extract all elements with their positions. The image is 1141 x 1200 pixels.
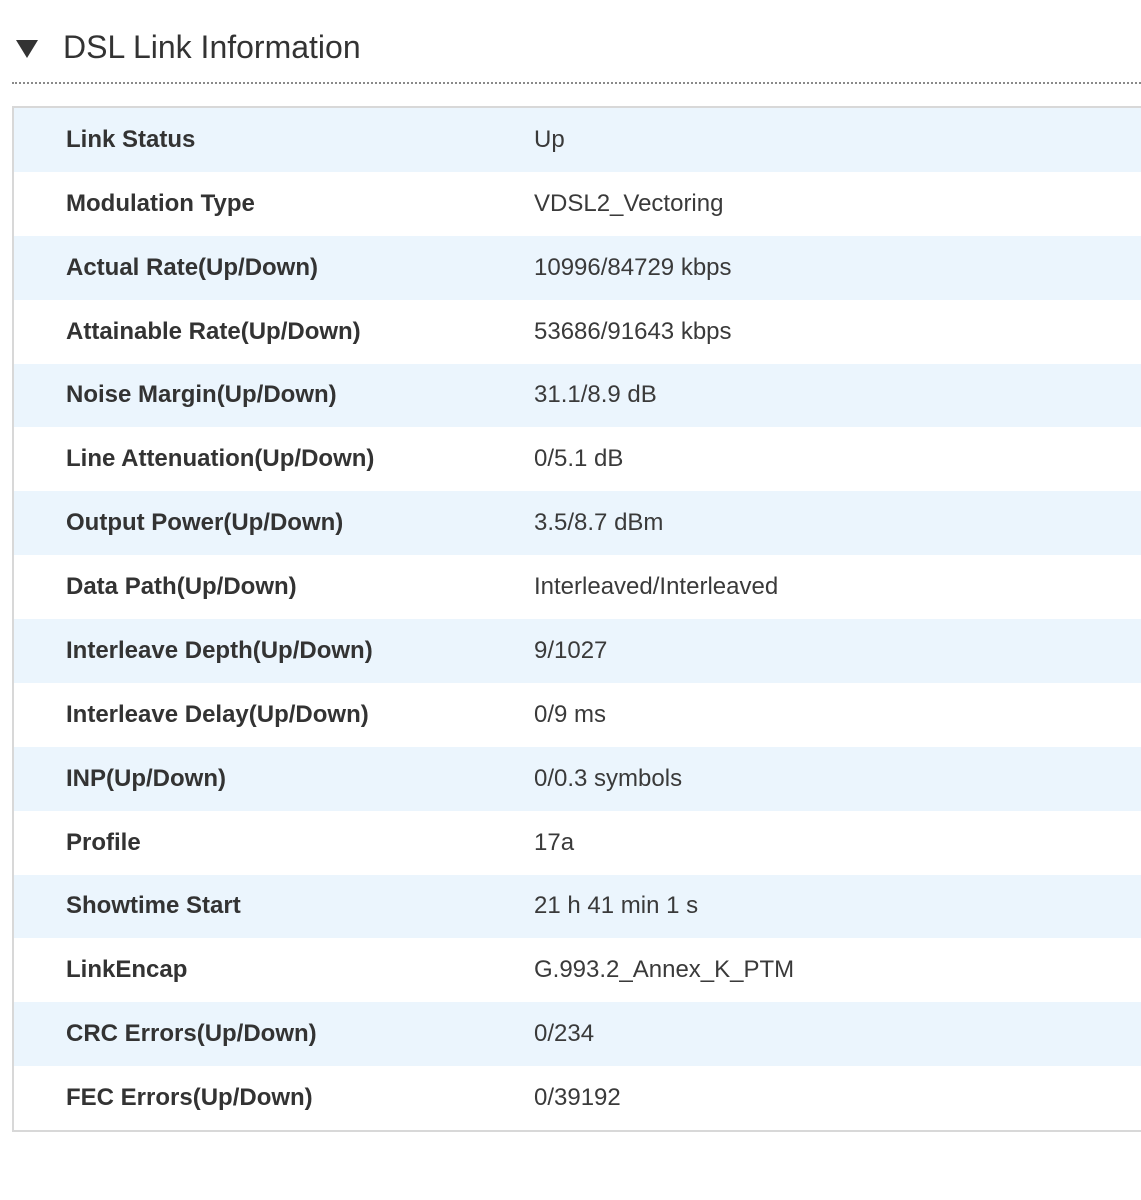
row-label: Actual Rate(Up/Down) [66,253,318,281]
triangle-down-icon[interactable] [16,40,38,58]
table-row: Line Attenuation(Up/Down) 0/5.1 dB [14,427,1141,492]
table-row: Output Power(Up/Down) 3.5/8.7 dBm [14,491,1141,556]
table-row: Noise Margin(Up/Down) 31.1/8.9 dB [14,363,1141,428]
table-row: CRC Errors(Up/Down) 0/234 [14,1002,1141,1067]
row-label: Profile [66,828,141,856]
row-value: 3.5/8.7 dBm [534,509,664,537]
row-label: Showtime Start [66,892,241,920]
row-value: 0/234 [534,1020,595,1048]
table-row: INP(Up/Down) 0/0.3 symbols [14,746,1141,811]
table-row: LinkEncap G.993.2_Annex_K_PTM [14,938,1141,1003]
table-row: Interleave Depth(Up/Down) 9/1027 [14,619,1141,683]
row-value: 0/5.1 dB [534,445,624,473]
row-value: Up [534,125,565,153]
row-value: 0/39192 [534,1084,621,1112]
dsl-info-table: Link Status Up Modulation Type VDSL2_Vec… [12,106,1141,1132]
row-value: 0/9 ms [534,700,607,728]
table-row: Showtime Start 21 h 41 min 1 s [14,874,1141,939]
row-value: Interleaved/Interleaved [534,573,779,601]
row-label: Link Status [66,125,196,153]
table-row: Attainable Rate(Up/Down) 53686/91643 kbp… [14,299,1141,364]
row-label: Interleave Delay(Up/Down) [66,700,369,728]
table-row: Profile 17a [14,810,1141,875]
row-label: Attainable Rate(Up/Down) [66,317,361,345]
row-label: Interleave Depth(Up/Down) [66,636,373,664]
row-value: 31.1/8.9 dB [534,381,657,409]
row-value: 9/1027 [534,636,608,664]
table-row: Link Status Up [14,108,1141,172]
row-value: 53686/91643 kbps [534,317,732,345]
table-row: FEC Errors(Up/Down) 0/39192 [14,1066,1141,1130]
table-row: Interleave Delay(Up/Down) 0/9 ms [14,682,1141,747]
row-value: 0/0.3 symbols [534,764,683,792]
row-value: 21 h 41 min 1 s [534,892,699,920]
row-label: Noise Margin(Up/Down) [66,381,337,409]
row-value: 10996/84729 kbps [534,253,732,281]
row-value: 17a [534,828,575,856]
row-label: INP(Up/Down) [66,764,226,792]
row-label: FEC Errors(Up/Down) [66,1084,313,1112]
table-row: Actual Rate(Up/Down) 10996/84729 kbps [14,235,1141,300]
row-label: LinkEncap [66,956,188,984]
table-row: Modulation Type VDSL2_Vectoring [14,171,1141,236]
row-label: Data Path(Up/Down) [66,573,297,601]
row-label: Modulation Type [66,189,255,217]
section-header-dsl-link-information[interactable]: DSL Link Information [12,0,1141,84]
row-label: Line Attenuation(Up/Down) [66,445,375,473]
row-value: VDSL2_Vectoring [534,189,724,217]
row-label: CRC Errors(Up/Down) [66,1020,317,1048]
row-label: Output Power(Up/Down) [66,509,344,537]
table-row: Data Path(Up/Down) Interleaved/Interleav… [14,555,1141,619]
section-title: DSL Link Information [63,29,361,65]
row-value: G.993.2_Annex_K_PTM [534,956,795,984]
